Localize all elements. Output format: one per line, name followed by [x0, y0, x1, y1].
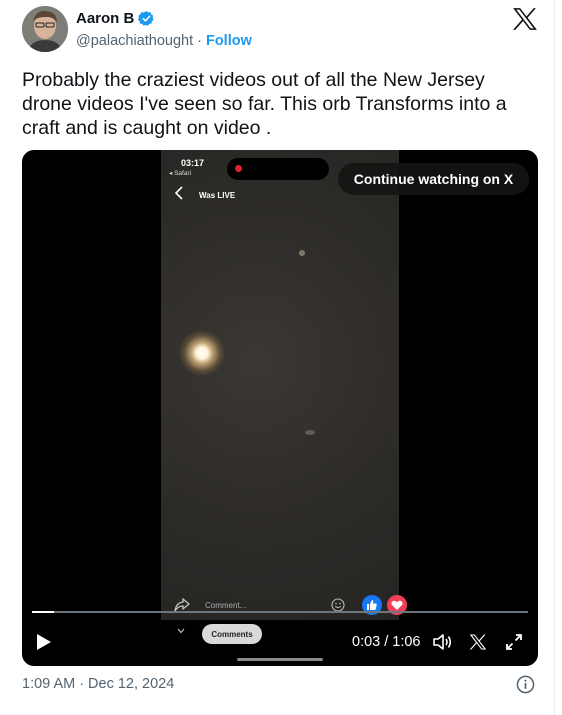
timestamp-separator: ·: [79, 676, 85, 692]
phone-comments-button: Comments: [202, 624, 262, 644]
phone-dynamic-island: [227, 158, 329, 180]
tweet-card: Aaron B @palachiathought · Follow Probab…: [0, 0, 555, 715]
verified-badge-icon: [138, 11, 154, 26]
fullscreen-icon[interactable]: [505, 633, 523, 651]
tweet-timestamp[interactable]: 1:09 AM · Dec 12, 2024: [22, 676, 174, 692]
chevron-left-icon: [174, 186, 183, 200]
video-duration: 1:06: [392, 634, 421, 650]
video-controls: Comments 0:03 / 1:06: [22, 620, 538, 666]
author-handle[interactable]: @palachiathought: [76, 33, 193, 49]
video-current-time: 0:03: [352, 634, 381, 650]
info-icon[interactable]: [516, 675, 535, 694]
phone-comment-bar: Comment...: [161, 590, 407, 620]
glowing-orb: [179, 330, 225, 376]
volume-icon[interactable]: [432, 633, 452, 651]
video-time-readout: 0:03 / 1:06: [352, 634, 421, 650]
avatar[interactable]: [22, 6, 68, 52]
video-player[interactable]: 03:17 ◂ Safari Was LIVE Comment... Conti…: [22, 150, 538, 666]
handle-separator: ·: [197, 33, 202, 49]
follow-link[interactable]: Follow: [206, 33, 252, 49]
avatar-photo: [22, 6, 68, 52]
was-live-label: Was LIVE: [199, 191, 236, 200]
author-display-name[interactable]: Aaron B: [76, 10, 134, 27]
video-progress-bar[interactable]: [32, 611, 528, 613]
phone-status-app: ◂ Safari: [169, 170, 192, 177]
author-name-row[interactable]: Aaron B: [76, 10, 155, 27]
recording-dot-icon: [235, 165, 242, 172]
video-frame-phone-recording: 03:17 ◂ Safari Was LIVE Comment...: [161, 150, 407, 620]
smile-icon: [331, 598, 345, 612]
continue-watching-button[interactable]: Continue watching on X: [338, 163, 529, 195]
chevron-down-icon: [177, 628, 185, 634]
phone-status-time: 03:17: [181, 158, 205, 168]
share-icon: [174, 598, 190, 612]
play-icon[interactable]: [36, 633, 52, 651]
tweet-time[interactable]: 1:09 AM: [22, 676, 75, 692]
distant-light-speck: [305, 430, 315, 435]
video-progress-fill: [32, 611, 55, 613]
distant-light-speck: [299, 250, 305, 256]
author-handle-row: @palachiathought · Follow: [76, 33, 252, 49]
video-time-separator: /: [384, 634, 389, 650]
comment-placeholder: Comment...: [205, 601, 247, 610]
tweet-date[interactable]: Dec 12, 2024: [88, 676, 174, 692]
x-logo-icon[interactable]: [512, 7, 538, 31]
phone-home-indicator: [237, 658, 323, 661]
x-logo-icon[interactable]: [469, 633, 487, 651]
tweet-text: Probably the craziest videos out of all …: [22, 69, 507, 139]
